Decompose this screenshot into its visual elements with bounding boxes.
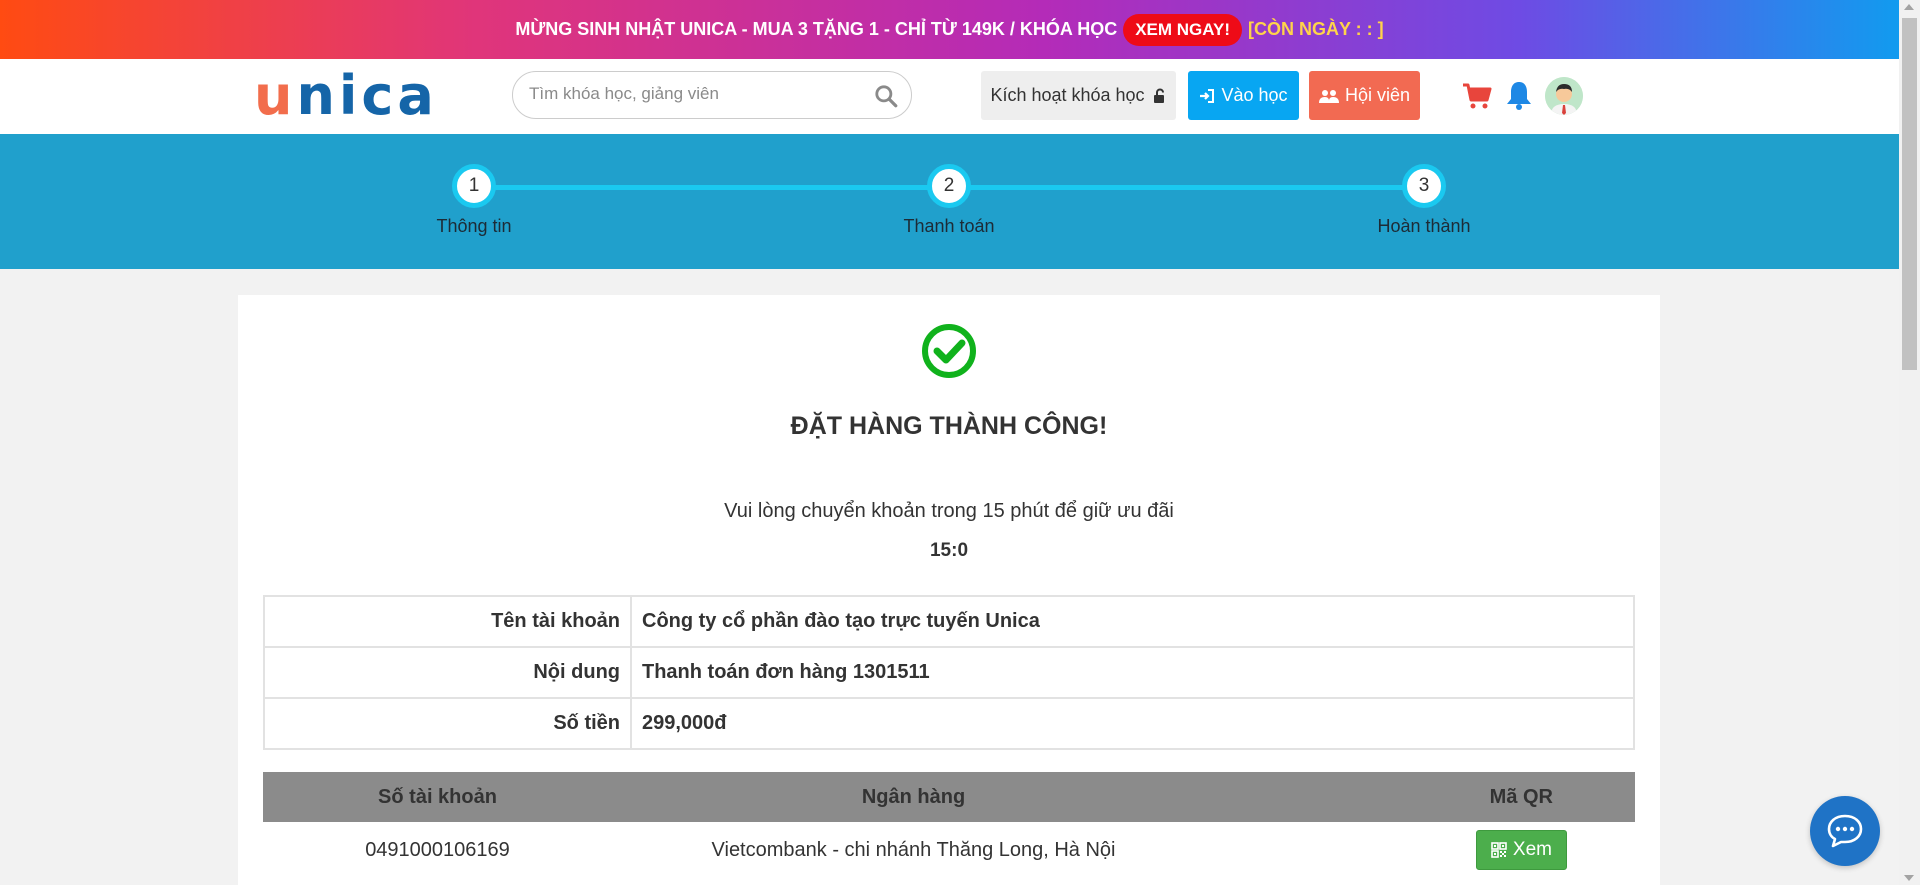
page-title: ĐẶT HÀNG THÀNH CÔNG! xyxy=(790,412,1108,440)
order-success-card: ĐẶT HÀNG THÀNH CÔNG! Vui lòng chuyển kho… xyxy=(238,295,1660,885)
activate-course-label: Kích hoạt khóa học xyxy=(990,85,1145,105)
table-row: 0491000106169 Vietcombank - chi nhánh Th… xyxy=(263,822,1635,878)
qrcode-icon xyxy=(1491,842,1507,858)
check-circle-icon xyxy=(922,324,976,378)
column-header-account: Số tài khoản xyxy=(263,772,612,822)
info-key: Số tiền xyxy=(263,697,632,750)
step-payment: 2 Thanh toán xyxy=(849,164,1049,237)
table-row: Nội dung Thanh toán đơn hàng 1301511 xyxy=(263,646,1635,699)
info-value: 299,000đ xyxy=(630,697,1635,750)
search-input[interactable] xyxy=(529,84,859,104)
site-header: unica Kích hoạt khóa học Vào học Hội viê… xyxy=(0,59,1899,134)
bank-table: Số tài khoản Ngân hàng Mã QR 04910001061… xyxy=(263,772,1635,878)
unica-logo[interactable]: unica xyxy=(254,69,438,123)
checkout-steps: 1 Thông tin 2 Thanh toán 3 Hoàn thành xyxy=(0,134,1899,269)
sign-in-icon xyxy=(1200,88,1215,103)
view-qr-button[interactable]: Xem xyxy=(1475,830,1567,870)
payment-info-table: Tên tài khoản Công ty cổ phần đào tạo tr… xyxy=(263,595,1635,750)
step-number: 2 xyxy=(927,164,971,208)
activate-course-button[interactable]: Kích hoạt khóa học xyxy=(981,71,1176,120)
table-row: Tên tài khoản Công ty cổ phần đào tạo tr… xyxy=(263,595,1635,648)
unlock-icon xyxy=(1153,88,1164,103)
search-icon[interactable] xyxy=(873,83,899,109)
search-box xyxy=(512,71,912,119)
logo-letters: nica xyxy=(296,64,438,127)
column-header-bank: Ngân hàng xyxy=(612,772,1215,822)
step-complete: 3 Hoàn thành xyxy=(1324,164,1524,237)
scrollbar-thumb[interactable] xyxy=(1902,18,1917,370)
countdown-timer: 15:0 xyxy=(929,540,969,561)
promo-text: MỪNG SINH NHẬT UNICA - MUA 3 TẶNG 1 - CH… xyxy=(515,19,1118,39)
info-key: Tên tài khoản xyxy=(263,595,632,648)
scroll-up-arrow-icon[interactable] xyxy=(1904,4,1914,10)
bell-icon[interactable] xyxy=(1505,80,1533,110)
bank-name: Vietcombank - chi nhánh Thăng Long, Hà N… xyxy=(711,838,1116,861)
info-value: Thanh toán đơn hàng 1301511 xyxy=(630,646,1635,699)
login-button[interactable]: Vào học xyxy=(1188,71,1299,120)
step-info: 1 Thông tin xyxy=(374,164,574,237)
table-row: Số tiền 299,000đ xyxy=(263,697,1635,750)
login-label: Vào học xyxy=(1221,85,1288,105)
chat-button[interactable] xyxy=(1810,796,1880,866)
page-scrollbar[interactable] xyxy=(1899,0,1920,885)
info-value: Công ty cổ phần đào tạo trực tuyến Unica xyxy=(630,595,1635,648)
step-number: 1 xyxy=(452,164,496,208)
promo-cta-button[interactable]: XEM NGAY! xyxy=(1123,13,1242,46)
account-number: 0491000106169 xyxy=(365,838,510,861)
logo-letter-u: u xyxy=(254,64,297,127)
cart-icon[interactable] xyxy=(1462,81,1492,111)
user-avatar-icon xyxy=(1545,77,1583,115)
step-label: Thanh toán xyxy=(903,216,995,236)
step-label: Hoàn thành xyxy=(1377,216,1471,236)
promo-banner[interactable]: MỪNG SINH NHẬT UNICA - MUA 3 TẶNG 1 - CH… xyxy=(0,0,1899,59)
qr-cell: Xem xyxy=(1215,822,1635,878)
step-number: 3 xyxy=(1402,164,1446,208)
chat-icon xyxy=(1827,814,1863,848)
info-key: Nội dung xyxy=(263,646,632,699)
table-header-row: Số tài khoản Ngân hàng Mã QR xyxy=(263,772,1635,822)
view-qr-label: Xem xyxy=(1512,839,1552,860)
scroll-down-arrow-icon[interactable] xyxy=(1904,875,1914,881)
transfer-notice: Vui lòng chuyển khoản trong 15 phút để g… xyxy=(724,500,1174,522)
step-label: Thông tin xyxy=(436,216,512,236)
promo-countdown: [CÒN NGÀY : : ] xyxy=(1248,19,1384,39)
column-header-qr: Mã QR xyxy=(1215,772,1635,822)
member-label: Hội viên xyxy=(1344,85,1411,105)
member-button[interactable]: Hội viên xyxy=(1309,71,1420,120)
users-icon xyxy=(1318,89,1339,103)
avatar[interactable] xyxy=(1545,77,1583,115)
